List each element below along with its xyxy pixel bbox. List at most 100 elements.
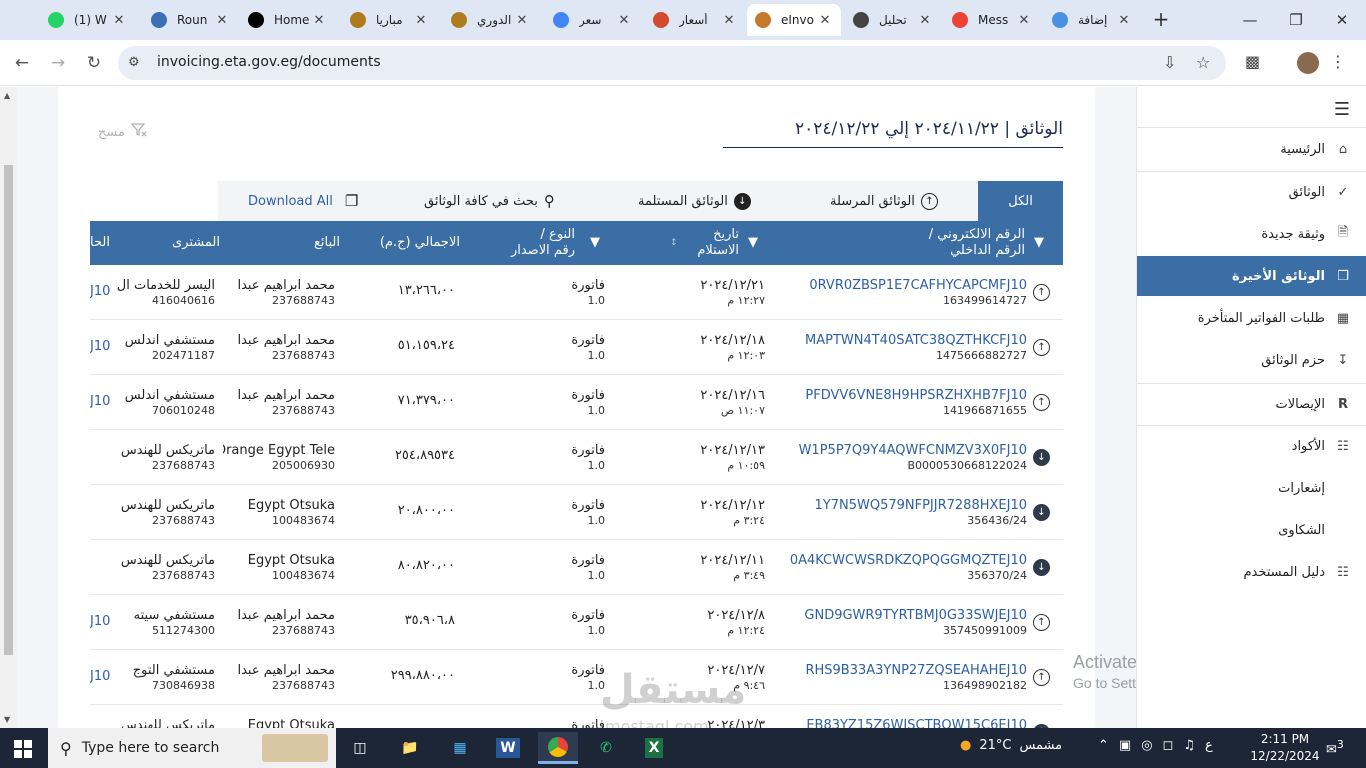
cell-uuid[interactable]: 1Y7N5WQ579NFPJJR7288HXEJ10 356436/24 xyxy=(777,498,1027,528)
uuid-text[interactable]: GND9GWR9TYRTBMJ0G33SWJEJ10 xyxy=(777,608,1027,624)
network-icon[interactable]: ◎ xyxy=(1141,738,1152,753)
close-tab-icon[interactable]: ✕ xyxy=(311,13,327,28)
cut-off-column-text[interactable]: J10 xyxy=(90,284,110,299)
browser-tab[interactable]: Home ✕ xyxy=(240,4,335,36)
cell-uuid[interactable]: GND9GWR9TYRTBMJ0G33SWJEJ10 357450991009 xyxy=(777,608,1027,638)
close-tab-icon[interactable]: ✕ xyxy=(1116,13,1132,28)
hamburger-menu-icon[interactable]: ☰ xyxy=(1334,99,1350,120)
site-info-icon[interactable]: ⚙ xyxy=(128,55,140,70)
uuid-text[interactable]: W1P5P7Q9Y4AQWFCNMZV3X0FJ10 xyxy=(777,443,1027,459)
table-row[interactable]: ↑ PFDVV6VNE8H9HPSRZHXHB7FJ10 141966871655 ٢… xyxy=(90,375,1063,430)
header-total[interactable]: الاجمالي (ج.م) xyxy=(380,235,460,251)
new-tab-button[interactable]: + xyxy=(1150,8,1172,32)
close-tab-icon[interactable]: ✕ xyxy=(514,13,530,28)
sidebar-item-complaints[interactable]: الشكاوى xyxy=(1137,510,1366,550)
sort-icon[interactable]: ↕ xyxy=(670,235,678,251)
browser-tab[interactable]: eInvo ✕ xyxy=(747,4,841,36)
tab-search-all[interactable]: ⚲ بحث في كافة الوثائق xyxy=(424,181,555,221)
sidebar-item-new-document[interactable]: وثيقة جديدة 🗎 xyxy=(1137,214,1366,254)
header-seller[interactable]: البائع xyxy=(314,235,340,251)
windows-start-icon[interactable] xyxy=(14,740,32,758)
table-row[interactable]: ↑ RHS9B33A3YNP27ZQSEAHAHEJ10 136498902182 ٢… xyxy=(90,650,1063,705)
uuid-text[interactable]: 0RVR0ZBSP1E7CAFHYCAPCMFJ10 xyxy=(777,278,1027,294)
browser-tab[interactable]: أسعار ✕ xyxy=(645,4,745,36)
sidebar-item-packages[interactable]: حزم الوثائق ↧ xyxy=(1137,340,1366,380)
filter-uuid-icon[interactable]: ▼ xyxy=(1034,235,1044,251)
back-button[interactable]: ← xyxy=(11,52,33,74)
header-date[interactable]: تاريخ الاستلام xyxy=(697,227,739,259)
browser-tab[interactable]: الدوري ✕ xyxy=(443,4,538,36)
browser-tab[interactable]: Mess ✕ xyxy=(944,4,1040,36)
close-tab-icon[interactable]: ✕ xyxy=(1016,13,1032,28)
header-uuid[interactable]: الرقم الالكتروني / الرقم الداخلي xyxy=(929,227,1025,259)
page-scrollbar[interactable]: ▲ ▼ xyxy=(0,87,17,728)
table-row[interactable]: ↑ GND9GWR9TYRTBMJ0G33SWJEJ10 357450991009 ٢… xyxy=(90,595,1063,650)
cell-uuid[interactable]: W1P5P7Q9Y4AQWFCNMZV3X0FJ10 B0000530668122… xyxy=(777,443,1027,473)
close-tab-icon[interactable]: ✕ xyxy=(413,13,429,28)
extensions-icon[interactable]: ▩ xyxy=(1245,52,1260,71)
forward-button[interactable]: → xyxy=(47,52,69,74)
word-icon[interactable]: W xyxy=(488,732,528,764)
cell-uuid[interactable]: MAPTWN4T40SATC38QZTHKCFJ10 1475666882727 xyxy=(777,333,1027,363)
download-all-button[interactable]: Download All ❐ xyxy=(248,181,358,221)
browser-tab[interactable]: Roun ✕ xyxy=(143,4,238,36)
tab-sent[interactable]: ↑ الوثائق المرسلة xyxy=(830,181,938,221)
close-tab-icon[interactable]: ✕ xyxy=(214,13,230,28)
table-row[interactable]: ↓ 0A4KCWCWSRDKZQPQGGMQZTEJ10 356370/24 ٢٠٢٤… xyxy=(90,540,1063,595)
sidebar-item-codes[interactable]: الأكواد ☷ xyxy=(1137,426,1366,466)
filter-date-icon[interactable]: ▼ xyxy=(748,235,758,251)
profile-avatar[interactable] xyxy=(1297,52,1319,74)
notification-center-icon[interactable]: ✉3 xyxy=(1326,738,1344,757)
tab-all[interactable]: الكل xyxy=(978,181,1063,221)
volume-icon[interactable]: ♫ xyxy=(1183,738,1195,753)
uuid-text[interactable]: MAPTWN4T40SATC38QZTHKCFJ10 xyxy=(777,333,1027,349)
store-icon[interactable]: ▦ xyxy=(440,732,480,764)
sidebar-item-home[interactable]: الرئيسية ⌂ xyxy=(1137,129,1366,169)
scroll-up-icon[interactable]: ▲ xyxy=(4,91,10,100)
sidebar-item-documents[interactable]: الوثائق ✓ xyxy=(1137,172,1366,212)
header-buyer[interactable]: المشترى xyxy=(172,235,220,251)
cell-uuid[interactable]: EB83YZ15Z6WJSCTBQW15C6EJ10 xyxy=(777,718,1027,728)
close-tab-icon[interactable]: ✕ xyxy=(721,13,737,28)
sidebar-item-receipts[interactable]: الإيصالات R xyxy=(1137,384,1366,424)
minimize-button[interactable]: — xyxy=(1230,6,1270,34)
close-tab-icon[interactable]: ✕ xyxy=(917,13,933,28)
tab-received[interactable]: ↓ الوثائق المستلمة xyxy=(638,181,751,221)
uuid-text[interactable]: RHS9B33A3YNP27ZQSEAHAHEJ10 xyxy=(777,663,1027,679)
scroll-down-icon[interactable]: ▼ xyxy=(4,715,10,724)
cell-uuid[interactable]: PFDVV6VNE8H9HPSRZHXHB7FJ10 141966871655 xyxy=(777,388,1027,418)
browser-tab[interactable]: مباريا ✕ xyxy=(342,4,437,36)
language-indicator[interactable]: ع xyxy=(1205,738,1213,753)
cut-off-column-text[interactable]: J10 xyxy=(90,669,110,684)
table-row[interactable]: ↑ MAPTWN4T40SATC38QZTHKCFJ10 1475666882727… xyxy=(90,320,1063,375)
close-tab-icon[interactable]: ✕ xyxy=(616,13,632,28)
install-app-icon[interactable]: ⇩ xyxy=(1163,53,1176,72)
sidebar-item-notifications[interactable]: إشعارات xyxy=(1137,468,1366,508)
whatsapp-icon[interactable]: ✆ xyxy=(586,732,626,764)
bookmark-star-icon[interactable]: ☆ xyxy=(1196,53,1210,72)
maximize-button[interactable]: ❐ xyxy=(1276,6,1316,34)
browser-tab[interactable]: إضافة ✕ xyxy=(1044,4,1140,36)
cell-uuid[interactable]: RHS9B33A3YNP27ZQSEAHAHEJ10 136498902182 xyxy=(777,663,1027,693)
cut-off-column-text[interactable]: J10 xyxy=(90,339,110,354)
uuid-text[interactable]: EB83YZ15Z6WJSCTBQW15C6EJ10 xyxy=(777,718,1027,728)
browser-menu-icon[interactable]: ⋮ xyxy=(1330,52,1346,71)
sidebar-item-recent-documents[interactable]: الوثائق الأخيرة ❐ xyxy=(1137,256,1366,296)
close-tab-icon[interactable]: ✕ xyxy=(111,13,127,28)
filter-type-icon[interactable]: ▼ xyxy=(590,235,600,251)
meet-icon[interactable]: ▣ xyxy=(1119,738,1131,753)
scrollbar-thumb[interactable] xyxy=(4,165,13,655)
cut-off-column-text[interactable]: J10 xyxy=(90,394,110,409)
cell-uuid[interactable]: 0RVR0ZBSP1E7CAFHYCAPCMFJ10 163499614727 xyxy=(777,278,1027,308)
task-view-icon[interactable]: ◫ xyxy=(340,732,380,764)
uuid-text[interactable]: 1Y7N5WQ579NFPJJR7288HXEJ10 xyxy=(777,498,1027,514)
cell-uuid[interactable]: 0A4KCWCWSRDKZQPQGGMQZTEJ10 356370/24 xyxy=(777,553,1027,583)
taskbar-clock[interactable]: 2:11 PM 12/22/2024 xyxy=(1250,731,1320,765)
table-row[interactable]: ↓ 1Y7N5WQ579NFPJJR7288HXEJ10 356436/24 ٢٠٢٤… xyxy=(90,485,1063,540)
table-row[interactable]: ↓EB83YZ15Z6WJSCTBQW15C6EJ10٢٠٢٤/١٢/٣فاتو… xyxy=(90,705,1063,728)
chrome-icon[interactable] xyxy=(538,732,578,764)
header-type[interactable]: النوع / رقم الاصدار xyxy=(511,227,575,259)
wifi-icon[interactable]: ◻ xyxy=(1163,738,1174,753)
close-tab-icon[interactable]: ✕ xyxy=(817,13,833,28)
browser-tab[interactable]: سعر ✕ xyxy=(545,4,640,36)
